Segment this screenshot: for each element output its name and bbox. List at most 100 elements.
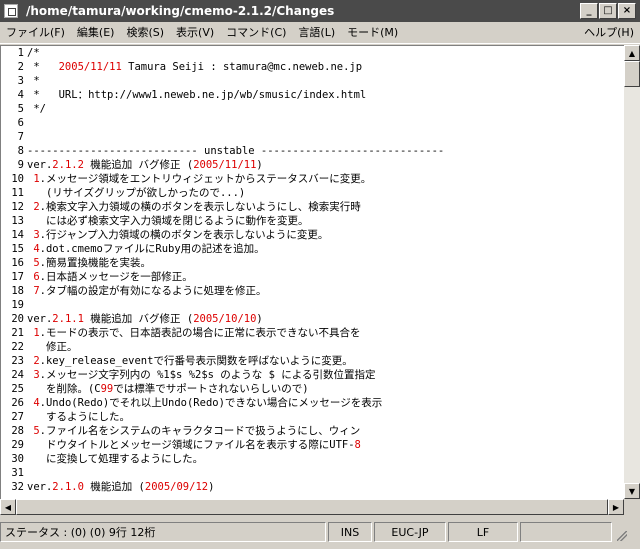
- line-number: 31: [11, 467, 24, 479]
- editor-line[interactable]: 16 5.簡易置換機能を実装。: [1, 256, 624, 270]
- editor-line[interactable]: 9 ver.2.1.2 機能追加 バグ修正 (2005/11/11): [1, 158, 624, 172]
- editor-line[interactable]: 5 */: [1, 102, 624, 116]
- editor-line[interactable]: 26 4.Undo(Redo)でそれ以上Undo(Redo)できない場合にメッセ…: [1, 396, 624, 410]
- line-number: 19: [11, 299, 24, 311]
- line-number: 1: [17, 47, 24, 59]
- vertical-scrollbar[interactable]: ▲ ▼: [624, 45, 640, 499]
- insert-mode-indicator: INS: [328, 522, 372, 542]
- text-segment: には必ず検索文字入力領域を閉じるように動作を変更。: [27, 215, 309, 227]
- editor-line[interactable]: 17 6.日本語メッセージを一部修正。: [1, 270, 624, 284]
- editor-line[interactable]: 8 --------------------------- unstable --…: [1, 144, 624, 158]
- menu-bar: ファイル(F) 編集(E) 検索(S) 表示(V) コマンド(C) 言語(L) …: [0, 22, 640, 44]
- line-number: 15: [11, 243, 24, 255]
- line-text: 3.メッセージ文字列内の %1$s %2$s のような $ による引数位置指定: [27, 368, 375, 382]
- editor-line[interactable]: 13 には必ず検索文字入力領域を閉じるように動作を変更。: [1, 214, 624, 228]
- line-number: 9: [17, 159, 24, 171]
- horizontal-scrollbar[interactable]: ◀ ▶: [0, 499, 624, 515]
- line-ending-indicator: LF: [448, 522, 518, 542]
- title-bar: /home/tamura/working/cmemo-2.1.2/Changes…: [0, 0, 640, 22]
- line-text: ドウタイトルとメッセージ領域にファイル名を表示する際にUTF-8: [27, 438, 361, 452]
- editor-line[interactable]: 15 4.dot.cmemoファイルにRuby用の記述を追加。: [1, 242, 624, 256]
- text-segment: 修正。: [27, 341, 78, 353]
- text-segment: .ファイル名をシステムのキャラクタコードで扱うようにし、ウィン: [39, 425, 361, 437]
- editor-line[interactable]: 29 ドウタイトルとメッセージ領域にファイル名を表示する際にUTF-8: [1, 438, 624, 452]
- line-text: 5.ファイル名をシステムのキャラクタコードで扱うようにし、ウィン: [27, 424, 360, 438]
- menu-command[interactable]: コマンド(C): [220, 23, 292, 43]
- editor-line[interactable]: 19: [1, 298, 624, 312]
- line-text: 1.モードの表示で、日本語表記の場合に正常に表示できない不具合を: [27, 326, 361, 340]
- editor-line[interactable]: 31: [1, 466, 624, 480]
- resize-grip-icon[interactable]: [614, 522, 628, 542]
- line-number: 11: [11, 187, 24, 199]
- line-text: ver.2.1.0 機能追加 (2005/09/12): [27, 480, 214, 494]
- maximize-button[interactable]: □: [599, 3, 617, 19]
- menu-view[interactable]: 表示(V): [170, 23, 220, 43]
- editor-line[interactable]: 25 を削除。(C99では標準でサポートされないらしいので): [1, 382, 624, 396]
- line-number: 10: [11, 173, 24, 185]
- highlighted-number: 2005/09/12: [144, 481, 209, 493]
- menu-edit[interactable]: 編集(E): [71, 23, 121, 43]
- close-button[interactable]: ×: [618, 3, 636, 19]
- editor-line[interactable]: 28 5.ファイル名をシステムのキャラクタコードで扱うようにし、ウィン: [1, 424, 624, 438]
- minimize-button[interactable]: _: [580, 3, 598, 19]
- highlighted-number: 2005/11/11: [193, 159, 257, 171]
- text-segment: */: [27, 103, 46, 115]
- editor-line[interactable]: 21 1.モードの表示で、日本語表記の場合に正常に表示できない不具合を: [1, 326, 624, 340]
- text-segment: (リサイズグリップが欲しかったので...): [27, 187, 246, 199]
- scroll-up-arrow-icon[interactable]: ▲: [624, 45, 640, 61]
- text-editor[interactable]: 1/* 2 * 2005/11/11 Tamura Seiji : stamura…: [0, 45, 624, 499]
- text-segment: .メッセージ領域をエントリウィジェットからステータスバーに変更。: [39, 173, 372, 185]
- line-number: 28: [11, 425, 24, 437]
- horizontal-scroll-thumb[interactable]: [16, 499, 608, 515]
- app-icon[interactable]: [4, 4, 18, 18]
- scroll-left-arrow-icon[interactable]: ◀: [0, 499, 16, 515]
- menu-search[interactable]: 検索(S): [120, 23, 170, 43]
- line-text: ver.2.1.1 機能追加 バグ修正 (2005/10/10): [27, 312, 263, 326]
- editor-line[interactable]: 22 修正。: [1, 340, 624, 354]
- line-text: 4.dot.cmemoファイルにRuby用の記述を追加。: [27, 242, 264, 256]
- vertical-scroll-thumb[interactable]: [624, 61, 640, 87]
- editor-line[interactable]: 10 1.メッセージ領域をエントリウィジェットからステータスバーに変更。: [1, 172, 624, 186]
- editor-line[interactable]: 7: [1, 130, 624, 144]
- editor-line[interactable]: 32 ver.2.1.0 機能追加 (2005/09/12): [1, 480, 624, 494]
- text-segment: 機能追加 (: [83, 481, 145, 493]
- editor-line[interactable]: 3 *: [1, 74, 624, 88]
- editor-line[interactable]: 27 するようにした。: [1, 410, 624, 424]
- editor-line[interactable]: 6: [1, 116, 624, 130]
- editor-line[interactable]: 4 * URL：http://www1.neweb.ne.jp/wb/smusi…: [1, 88, 624, 102]
- text-segment: .行ジャンプ入力領域の横のボタンを表示しないように変更。: [39, 229, 329, 241]
- line-number: 6: [17, 117, 24, 129]
- menu-mode[interactable]: モード(M): [341, 23, 404, 43]
- menu-language[interactable]: 言語(L): [292, 23, 341, 43]
- line-text: /*: [27, 46, 40, 60]
- editor-line[interactable]: 14 3.行ジャンプ入力領域の横のボタンを表示しないように変更。: [1, 228, 624, 242]
- editor-line[interactable]: 23 2.key_release_eventで行番号表示関数を呼ばないように変更…: [1, 354, 624, 368]
- editor-line[interactable]: 2 * 2005/11/11 Tamura Seiji : stamura@mc…: [1, 60, 624, 74]
- line-number: 16: [11, 257, 24, 269]
- text-segment: .モードの表示で、日本語表記の場合に正常に表示できない不具合を: [39, 327, 361, 339]
- line-number: 18: [11, 285, 24, 297]
- scroll-down-arrow-icon[interactable]: ▼: [624, 483, 640, 499]
- highlighted-number: 2.1.0: [52, 481, 84, 493]
- editor-line[interactable]: 18 7.タブ幅の設定が有効になるように処理を修正。: [1, 284, 624, 298]
- editor-line[interactable]: 20 ver.2.1.1 機能追加 バグ修正 (2005/10/10): [1, 312, 624, 326]
- editor-line[interactable]: 24 3.メッセージ文字列内の %1$s %2$s のような $ による引数位置…: [1, 368, 624, 382]
- text-segment: *: [27, 61, 59, 73]
- menu-help[interactable]: ヘルプ(H): [578, 23, 640, 43]
- line-text: を削除。(C99では標準でサポートされないらしいので): [27, 382, 309, 396]
- editor-line[interactable]: 11 (リサイズグリップが欲しかったので...): [1, 186, 624, 200]
- editor-line[interactable]: 1/*: [1, 46, 624, 60]
- line-text: 3.行ジャンプ入力領域の横のボタンを表示しないように変更。: [27, 228, 328, 242]
- line-number: 12: [11, 201, 24, 213]
- text-segment: .メッセージ文字列内の %1$s %2$s のような $ による引数位置指定: [39, 369, 376, 381]
- menu-file[interactable]: ファイル(F): [0, 23, 71, 43]
- line-text: 5.簡易置換機能を実装。: [27, 256, 151, 270]
- editor-line[interactable]: 30 に変換して処理するようにした。: [1, 452, 624, 466]
- editor-line[interactable]: 12 2.検索文字入力領域の横のボタンを表示しないようにし、検索実行時: [1, 200, 624, 214]
- line-text: 修正。: [27, 340, 78, 354]
- line-text: 2.検索文字入力領域の横のボタンを表示しないようにし、検索実行時: [27, 200, 360, 214]
- window-title: /home/tamura/working/cmemo-2.1.2/Changes: [26, 4, 335, 18]
- highlighted-number: 99: [100, 383, 114, 395]
- text-segment: ver.: [27, 313, 53, 325]
- scroll-right-arrow-icon[interactable]: ▶: [608, 499, 624, 515]
